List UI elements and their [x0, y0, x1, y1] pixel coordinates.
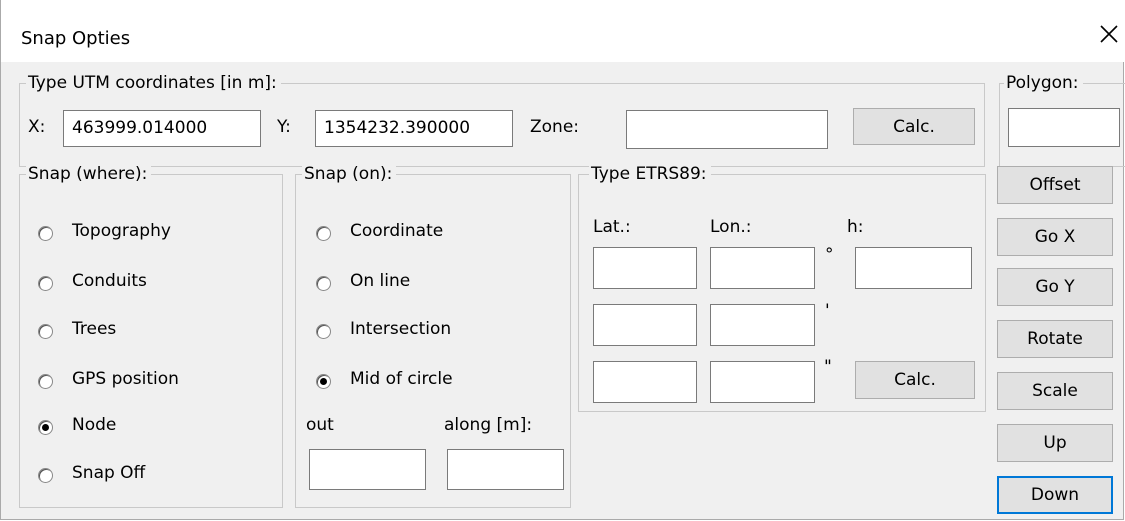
- radio-dot: [38, 374, 53, 389]
- radio-dot: [316, 276, 331, 291]
- go-x-button[interactable]: Go X: [997, 218, 1113, 256]
- radio-label-on-line: On line: [350, 271, 411, 291]
- go-y-button[interactable]: Go Y: [997, 268, 1113, 306]
- second-symbol: ": [824, 357, 832, 377]
- utm-x-input[interactable]: 463999.014000: [63, 110, 261, 147]
- lon-minutes-input[interactable]: [710, 304, 815, 346]
- radio-label-trees: Trees: [72, 319, 117, 339]
- utm-y-input[interactable]: 1354232.390000: [315, 110, 513, 147]
- y-label: Y:: [277, 117, 291, 137]
- radio-dot: [316, 226, 331, 241]
- h-label: h:: [847, 217, 864, 237]
- radio-dot: [38, 324, 53, 339]
- etrs89-group: Type ETRS89: Lat.: Lon.: h: ° ' " Calc.: [578, 164, 986, 412]
- utm-calc-button[interactable]: Calc.: [853, 108, 975, 145]
- h-input[interactable]: [855, 247, 972, 289]
- radio-dot: [38, 276, 53, 291]
- radio-label-intersection: Intersection: [350, 319, 452, 339]
- radio-label-node: Node: [72, 415, 117, 435]
- radio-label-gps-position: GPS position: [72, 369, 179, 389]
- along-input[interactable]: [447, 449, 564, 490]
- snap-where-legend: Snap (where):: [26, 164, 152, 184]
- snap-on-group: Snap (on): Coordinate On line Intersecti…: [295, 164, 571, 508]
- radio-label-coordinate: Coordinate: [350, 221, 444, 241]
- snap-options-dialog: Snap Opties Type UTM coordinates [in m]:…: [0, 0, 1125, 520]
- radio-label-conduits: Conduits: [72, 271, 147, 291]
- snap-where-group: Snap (where): Topography Conduits Trees …: [19, 164, 283, 508]
- x-label: X:: [28, 117, 46, 137]
- minute-symbol: ': [825, 301, 830, 321]
- lat-seconds-input[interactable]: [593, 361, 697, 403]
- close-icon[interactable]: [1097, 22, 1121, 46]
- radio-dot: [38, 468, 53, 483]
- degree-symbol: °: [825, 245, 834, 265]
- lon-seconds-input[interactable]: [710, 361, 815, 403]
- rotate-button[interactable]: Rotate: [997, 320, 1113, 358]
- scale-button[interactable]: Scale: [997, 372, 1113, 410]
- radio-label-topography: Topography: [72, 221, 171, 241]
- radio-dot-selected: [38, 420, 53, 435]
- zone-input[interactable]: [626, 110, 828, 149]
- down-button[interactable]: Down: [997, 476, 1113, 514]
- snap-on-legend: Snap (on):: [302, 164, 397, 184]
- utm-group-legend: Type UTM coordinates [in m]:: [26, 73, 281, 93]
- zone-label: Zone:: [530, 117, 580, 137]
- up-button[interactable]: Up: [997, 424, 1113, 462]
- utm-coordinates-group: Type UTM coordinates [in m]: X: 463999.0…: [19, 73, 985, 167]
- polygon-group: Polygon:: [999, 73, 1125, 167]
- polygon-legend: Polygon:: [1004, 73, 1083, 93]
- radio-label-snap-off: Snap Off: [72, 463, 146, 483]
- lon-label: Lon.:: [710, 217, 752, 237]
- radio-label-mid-of-circle: Mid of circle: [350, 369, 453, 389]
- out-label: out: [306, 415, 334, 435]
- dialog-title: Snap Opties: [21, 28, 131, 49]
- etrs-calc-button[interactable]: Calc.: [855, 361, 975, 399]
- title-bar: Snap Opties: [1, 0, 1125, 62]
- etrs89-legend: Type ETRS89:: [589, 164, 711, 184]
- lon-degrees-input[interactable]: [710, 247, 815, 289]
- out-input[interactable]: [309, 449, 426, 490]
- lat-label: Lat.:: [593, 217, 631, 237]
- polygon-input[interactable]: [1008, 108, 1120, 147]
- lat-minutes-input[interactable]: [593, 304, 697, 346]
- offset-button[interactable]: Offset: [997, 166, 1113, 204]
- radio-dot: [316, 324, 331, 339]
- along-label: along [m]:: [444, 415, 533, 435]
- lat-degrees-input[interactable]: [593, 247, 697, 289]
- radio-dot-selected: [316, 374, 331, 389]
- radio-dot: [38, 226, 53, 241]
